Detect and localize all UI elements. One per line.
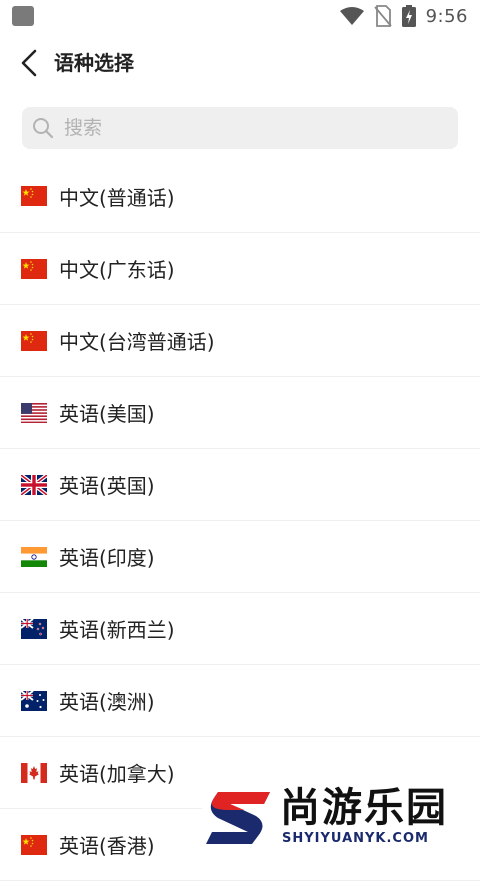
language-item[interactable]: 英语(英国) (0, 449, 480, 521)
language-label: 英语(新西兰) (59, 618, 175, 642)
battery-charging-icon (401, 5, 416, 27)
top-bar: 语种选择 (0, 40, 480, 86)
language-item[interactable]: 英语(澳洲) (0, 665, 480, 737)
language-label: 英语(美国) (59, 402, 155, 426)
watermark-subtitle: SHYIYUANYK.COM (282, 831, 429, 846)
language-item[interactable]: 中文(广东话) (0, 233, 480, 305)
chevron-left-icon (21, 49, 37, 77)
watermark-title: 尚游乐园 (280, 785, 448, 831)
flag-cn-icon (21, 330, 47, 351)
language-label: 中文(广东话) (59, 258, 175, 282)
watermark-logo (206, 792, 270, 844)
language-item[interactable]: 英语(美国) (0, 377, 480, 449)
flag-cn-icon (21, 834, 47, 855)
flag-nz-icon (21, 618, 47, 639)
search-input[interactable] (64, 107, 444, 149)
no-sim-icon (373, 5, 392, 27)
flag-cn-icon (21, 186, 47, 206)
language-label: 英语(加拿大) (59, 762, 175, 786)
status-bar: 9:56 (0, 0, 480, 32)
language-list: 中文(普通话) 中文(广东话) 中文(台湾普通话) 英语(美国) 英语(英国) … (0, 160, 480, 881)
language-label: 英语(澳洲) (59, 690, 155, 714)
language-item[interactable]: 英语(印度) (0, 521, 480, 593)
language-item[interactable]: 英语(新西兰) (0, 593, 480, 665)
language-label: 中文(台湾普通话) (59, 330, 215, 354)
watermark: 尚游乐园 SHYIYUANYK.COM (202, 782, 480, 853)
status-time: 9:56 (425, 5, 468, 27)
page-title: 语种选择 (54, 51, 134, 75)
language-label: 中文(普通话) (59, 185, 175, 210)
search-icon (33, 118, 54, 139)
language-item[interactable]: 中文(普通话) (0, 160, 480, 233)
back-button[interactable] (14, 48, 44, 78)
language-label: 英语(印度) (59, 546, 155, 570)
status-icons: 9:56 (339, 5, 468, 27)
notification-app-icon (12, 6, 34, 26)
search-box[interactable] (22, 107, 458, 149)
flag-au-icon (21, 690, 47, 711)
flag-in-icon (21, 546, 47, 567)
flag-us-icon (21, 402, 47, 423)
language-label: 英语(香港) (59, 834, 155, 858)
language-label: 英语(英国) (59, 474, 155, 498)
wifi-icon (339, 7, 364, 25)
flag-cn-icon (21, 258, 47, 279)
flag-gb-icon (21, 474, 47, 495)
flag-ca-icon (21, 762, 47, 783)
language-item[interactable]: 中文(台湾普通话) (0, 305, 480, 377)
